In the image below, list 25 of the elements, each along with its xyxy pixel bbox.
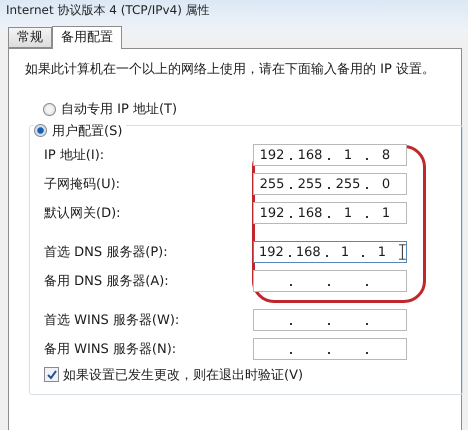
field-label: IP 地址(I):	[44, 147, 106, 164]
radio-label: 自动专用 IP 地址(T)	[61, 101, 178, 118]
ip-address-field[interactable]	[253, 309, 407, 331]
ip-address-field[interactable]	[253, 338, 407, 360]
radio-button[interactable]	[43, 102, 56, 116]
checkbox-label: 如果设置已发生更改，则在退出时验证(V)	[63, 366, 304, 384]
field-label: 子网掩码(U):	[44, 176, 122, 193]
text-cursor-icon	[399, 244, 406, 260]
ip-address-field[interactable]: 192 168 1 8	[253, 144, 407, 166]
radio-label: 用户配置(S)	[52, 122, 122, 140]
checkbox[interactable]	[44, 367, 59, 382]
ip-address-field[interactable]	[253, 270, 407, 292]
field-label: 默认网关(D):	[44, 205, 122, 222]
ip-address-field[interactable]: 192 168 1 1	[253, 202, 407, 224]
tab[interactable]: 备用配置	[52, 26, 122, 49]
window-title: Internet 协议版本 4 (TCP/IPv4) 属性	[6, 2, 210, 18]
radio-button[interactable]	[34, 124, 47, 137]
field-label: 首选 DNS 服务器(P):	[44, 244, 169, 261]
ip-address-field[interactable]: 192 168 1 1	[253, 241, 407, 263]
description-text: 如果此计算机在一个以上的网络上使用，请在下面输入备用的 IP 设置。	[25, 63, 436, 77]
ip-address-field[interactable]: 255 255 255 0	[253, 173, 407, 195]
field-label: 备用 DNS 服务器(A):	[44, 273, 170, 290]
field-label: 备用 WINS 服务器(N):	[44, 341, 178, 358]
field-label: 首选 WINS 服务器(W):	[44, 312, 180, 329]
tab[interactable]: 常规	[8, 27, 52, 48]
